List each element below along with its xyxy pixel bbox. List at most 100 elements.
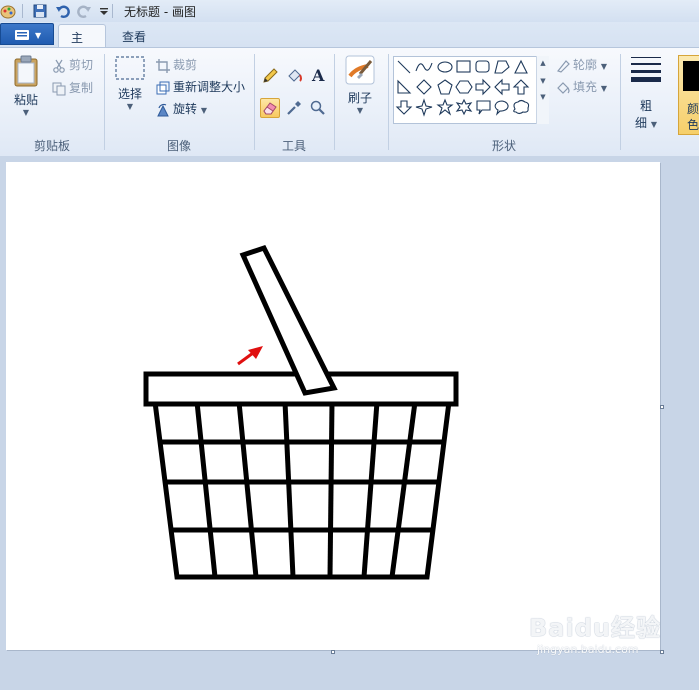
left-arrow-shape-icon bbox=[494, 78, 510, 96]
basket-slat bbox=[389, 401, 418, 578]
group-label-image: 图像 bbox=[166, 139, 191, 153]
scroll-up-icon[interactable]: ▲ bbox=[537, 59, 549, 67]
color-picker-tool[interactable] bbox=[284, 98, 304, 118]
diamond-shape-icon bbox=[416, 79, 432, 95]
clipboard-icon bbox=[14, 55, 38, 87]
rotate-icon bbox=[157, 103, 169, 116]
watermark-sub: jingyan.baidu.com bbox=[537, 643, 639, 656]
pencil-tool[interactable] bbox=[260, 66, 280, 86]
outline-button[interactable]: 轮廓 ▼ bbox=[556, 56, 607, 73]
eyedropper-icon bbox=[287, 101, 301, 115]
right-triangle-shape-icon bbox=[397, 79, 412, 94]
chevron-down-icon: ▼ bbox=[22, 108, 30, 117]
save-icon[interactable] bbox=[32, 3, 48, 19]
redo-icon[interactable] bbox=[76, 3, 92, 19]
fill-label: 填充 bbox=[573, 80, 598, 94]
crop-icon bbox=[156, 58, 170, 73]
oval-callout-shape-icon bbox=[494, 100, 509, 116]
title-separator bbox=[112, 4, 113, 18]
pentagon-shape-icon bbox=[437, 79, 453, 95]
copy-button[interactable]: 复制 bbox=[52, 79, 93, 96]
down-arrow-shape-icon bbox=[395, 100, 413, 115]
undo-icon[interactable] bbox=[55, 3, 71, 19]
canvas-resize-handle-right[interactable] bbox=[660, 405, 664, 409]
four-point-star-shape-icon bbox=[415, 98, 433, 117]
color1-button[interactable]: 颜 色 bbox=[678, 55, 699, 135]
basket-handle bbox=[239, 244, 338, 396]
color1-swatch bbox=[683, 61, 699, 91]
chevron-down-icon: ▼ bbox=[600, 84, 607, 93]
copy-icon bbox=[52, 82, 66, 95]
resize-icon bbox=[156, 81, 170, 94]
rectangle-shape-icon bbox=[456, 60, 471, 73]
size-label-line1: 粗 bbox=[639, 99, 652, 113]
chevron-down-icon: ▼ bbox=[356, 106, 364, 115]
basket-slat bbox=[194, 401, 218, 578]
selection-rectangle-icon bbox=[115, 56, 145, 80]
brushes-button[interactable]: 刷子 ▼ bbox=[340, 54, 380, 126]
group-label-shapes: 形状 bbox=[491, 139, 516, 153]
canvas-resize-handle-bottom[interactable] bbox=[331, 650, 335, 654]
watermark-main: Baidu经验 bbox=[529, 614, 661, 642]
group-separator bbox=[254, 54, 255, 150]
cut-button[interactable]: 剪切 bbox=[52, 56, 93, 73]
chevron-down-icon: ▼ bbox=[35, 31, 42, 40]
paint-app-icon[interactable] bbox=[0, 3, 16, 19]
outline-brush-icon bbox=[556, 59, 570, 73]
basket-slat bbox=[327, 401, 335, 578]
shapes-gallery[interactable] bbox=[393, 56, 549, 124]
basket-slat bbox=[361, 401, 380, 578]
text-tool[interactable]: A bbox=[308, 66, 328, 86]
rounded-rectangle-shape-icon bbox=[475, 60, 490, 73]
pencil-icon bbox=[263, 68, 278, 83]
polygon-shape-icon bbox=[494, 60, 510, 74]
select-button[interactable]: 选择 ▼ bbox=[110, 54, 150, 126]
paste-button[interactable]: 粘贴 ▼ bbox=[6, 54, 46, 126]
six-point-star-shape-icon bbox=[455, 98, 473, 116]
size-label-line2: 细 ▼ bbox=[635, 116, 657, 130]
size-button[interactable]: 粗 细 ▼ bbox=[626, 54, 666, 134]
canvas-workspace[interactable]: Baidu经验 jingyan.baidu.com bbox=[0, 156, 699, 690]
fill-button[interactable]: 填充 ▼ bbox=[556, 78, 607, 95]
line-shape-icon bbox=[397, 60, 411, 74]
select-label: 选择 bbox=[117, 87, 142, 101]
file-menu-icon bbox=[15, 30, 29, 40]
hexagon-shape-icon bbox=[455, 80, 473, 94]
title-bar: 无标题 - 画图 bbox=[0, 0, 699, 23]
resize-button[interactable]: 重新调整大小 bbox=[156, 78, 245, 95]
crop-button[interactable]: 裁剪 bbox=[156, 56, 197, 73]
ribbon-tab-row: ▼ 主页 查看 bbox=[0, 22, 699, 62]
customize-quick-access-icon[interactable] bbox=[96, 3, 112, 19]
right-arrow-shape-icon bbox=[475, 78, 491, 96]
gallery-expand-icon[interactable]: ▼ bbox=[537, 93, 549, 101]
chevron-down-icon: ▼ bbox=[650, 120, 657, 129]
outline-label: 轮廓 bbox=[573, 58, 598, 72]
fill-tool[interactable] bbox=[284, 66, 304, 86]
line-width-icon bbox=[631, 57, 661, 82]
tab-home[interactable]: 主页 bbox=[58, 24, 106, 62]
shapes-gallery-scrollbar[interactable]: ▲ ▼ ▼ bbox=[536, 56, 549, 124]
baidu-watermark: Baidu经验 jingyan.baidu.com bbox=[529, 608, 661, 656]
magnifier-tool[interactable] bbox=[308, 98, 328, 118]
paint-bucket-icon bbox=[288, 69, 302, 82]
tab-view[interactable]: 查看 bbox=[110, 24, 160, 47]
drawing-canvas[interactable] bbox=[6, 162, 660, 650]
oval-shape-icon bbox=[437, 61, 453, 73]
chevron-down-icon: ▼ bbox=[126, 102, 134, 111]
resize-label: 重新调整大小 bbox=[173, 80, 246, 94]
copy-label: 复制 bbox=[69, 81, 94, 95]
basket-slat bbox=[282, 401, 296, 578]
group-separator bbox=[334, 54, 335, 150]
file-menu-button[interactable]: ▼ bbox=[0, 23, 54, 45]
brushes-label: 刷子 bbox=[347, 91, 372, 105]
brush-icon bbox=[345, 55, 375, 85]
rotate-button[interactable]: 旋转 ▼ bbox=[156, 100, 207, 117]
eraser-tool[interactable] bbox=[260, 98, 280, 118]
scroll-down-icon[interactable]: ▼ bbox=[537, 77, 549, 85]
color1-label-line2: 色 bbox=[687, 118, 699, 132]
qa-separator bbox=[22, 4, 23, 18]
group-separator bbox=[104, 54, 105, 150]
group-separator bbox=[620, 54, 621, 150]
chevron-down-icon: ▼ bbox=[600, 62, 607, 71]
cut-label: 剪切 bbox=[69, 58, 94, 72]
